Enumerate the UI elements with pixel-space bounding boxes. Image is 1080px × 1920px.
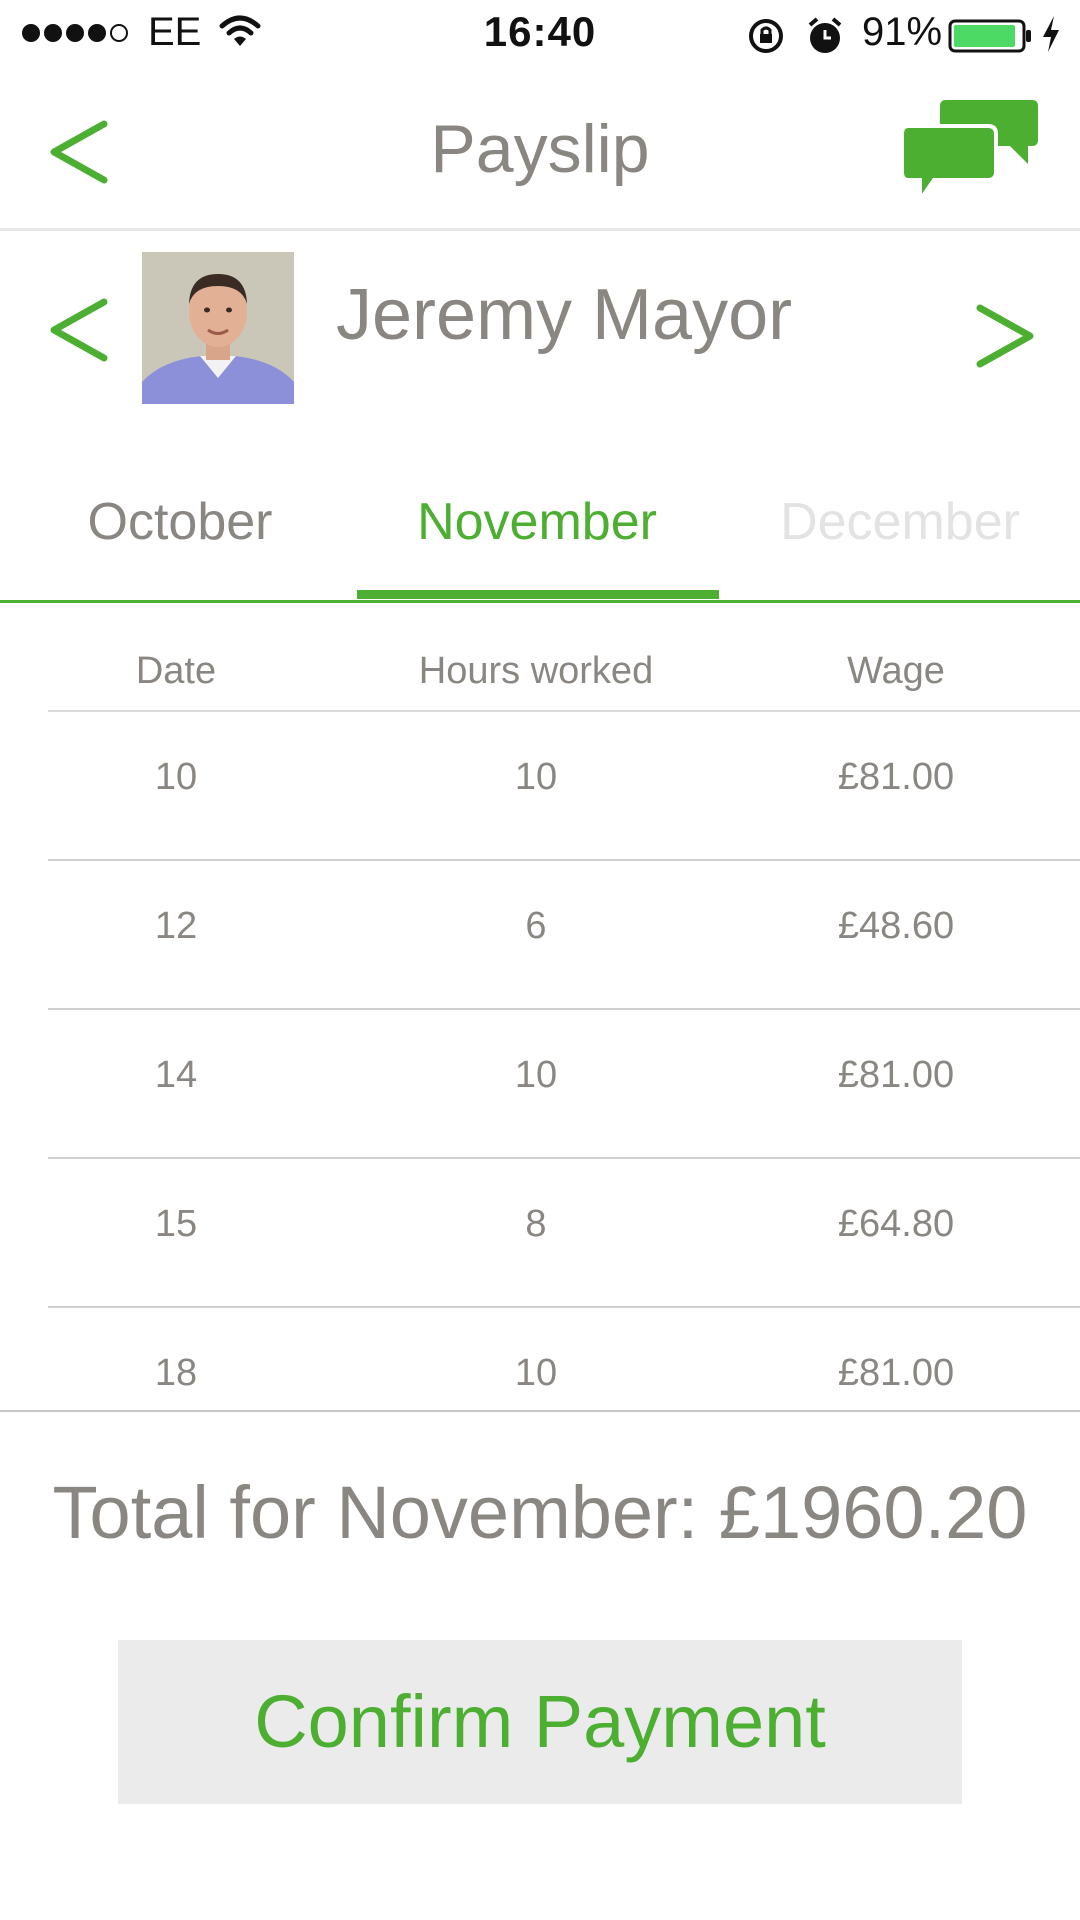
- confirm-payment-button[interactable]: Confirm Payment: [118, 1640, 962, 1804]
- monthly-total: Total for November: £1960.20: [52, 1471, 1028, 1554]
- table-header: Date Hours worked Wage: [48, 640, 1080, 712]
- row-wage: £81.00: [837, 756, 955, 798]
- row-wage: £81.00: [837, 1054, 955, 1096]
- row-date: 18: [154, 1352, 198, 1394]
- employee-name: Jeremy Mayor: [336, 275, 793, 355]
- table-row: 10 10 £81.00: [48, 712, 1080, 861]
- table-row: 18 10 £81.00: [48, 1308, 1080, 1410]
- row-wage: £81.00: [837, 1352, 955, 1394]
- row-hours: 10: [514, 1352, 558, 1394]
- nav-header: Payslip: [0, 70, 1080, 231]
- row-hours: 6: [525, 905, 547, 947]
- column-header-hours: Hours worked: [418, 650, 654, 692]
- tab-december[interactable]: December: [720, 492, 1080, 552]
- row-date: 10: [154, 756, 198, 798]
- charging-icon: [1040, 14, 1062, 64]
- next-employee-button[interactable]: [970, 296, 1040, 376]
- divider: [0, 1410, 1080, 1412]
- battery-percent: 91%: [862, 10, 943, 54]
- chevron-left-icon: [50, 298, 108, 362]
- rotation-lock-icon: [746, 16, 786, 66]
- table-row: 12 6 £48.60: [48, 861, 1080, 1010]
- chat-bubbles-icon: [900, 100, 1038, 207]
- battery-icon: [948, 18, 1032, 63]
- tab-november[interactable]: November: [357, 492, 717, 552]
- month-tabs: October November December: [0, 470, 1080, 603]
- avatar: [142, 252, 294, 404]
- row-date: 12: [154, 905, 198, 947]
- row-hours: 10: [514, 1054, 558, 1096]
- chat-button[interactable]: [900, 96, 1040, 208]
- shifts-table[interactable]: 10 10 £81.00 12 6 £48.60 14 10 £81.00 15…: [48, 712, 1080, 1410]
- row-date: 15: [154, 1203, 198, 1245]
- column-header-date: Date: [135, 650, 217, 692]
- row-wage: £64.80: [837, 1203, 955, 1245]
- table-row: 14 10 £81.00: [48, 1010, 1080, 1159]
- table-row: 15 8 £64.80: [48, 1159, 1080, 1308]
- active-tab-indicator: [357, 590, 719, 599]
- alarm-icon: [806, 16, 844, 66]
- row-hours: 8: [525, 1203, 547, 1245]
- chevron-right-icon: [976, 304, 1034, 368]
- row-date: 14: [154, 1054, 198, 1096]
- employee-photo: [142, 252, 294, 404]
- tab-october[interactable]: October: [0, 492, 360, 552]
- row-wage: £48.60: [837, 905, 955, 947]
- row-hours: 10: [514, 756, 558, 798]
- previous-employee-button[interactable]: [44, 290, 114, 370]
- status-bar: EE 16:40 91%: [0, 0, 1080, 70]
- column-header-wage: Wage: [847, 650, 945, 692]
